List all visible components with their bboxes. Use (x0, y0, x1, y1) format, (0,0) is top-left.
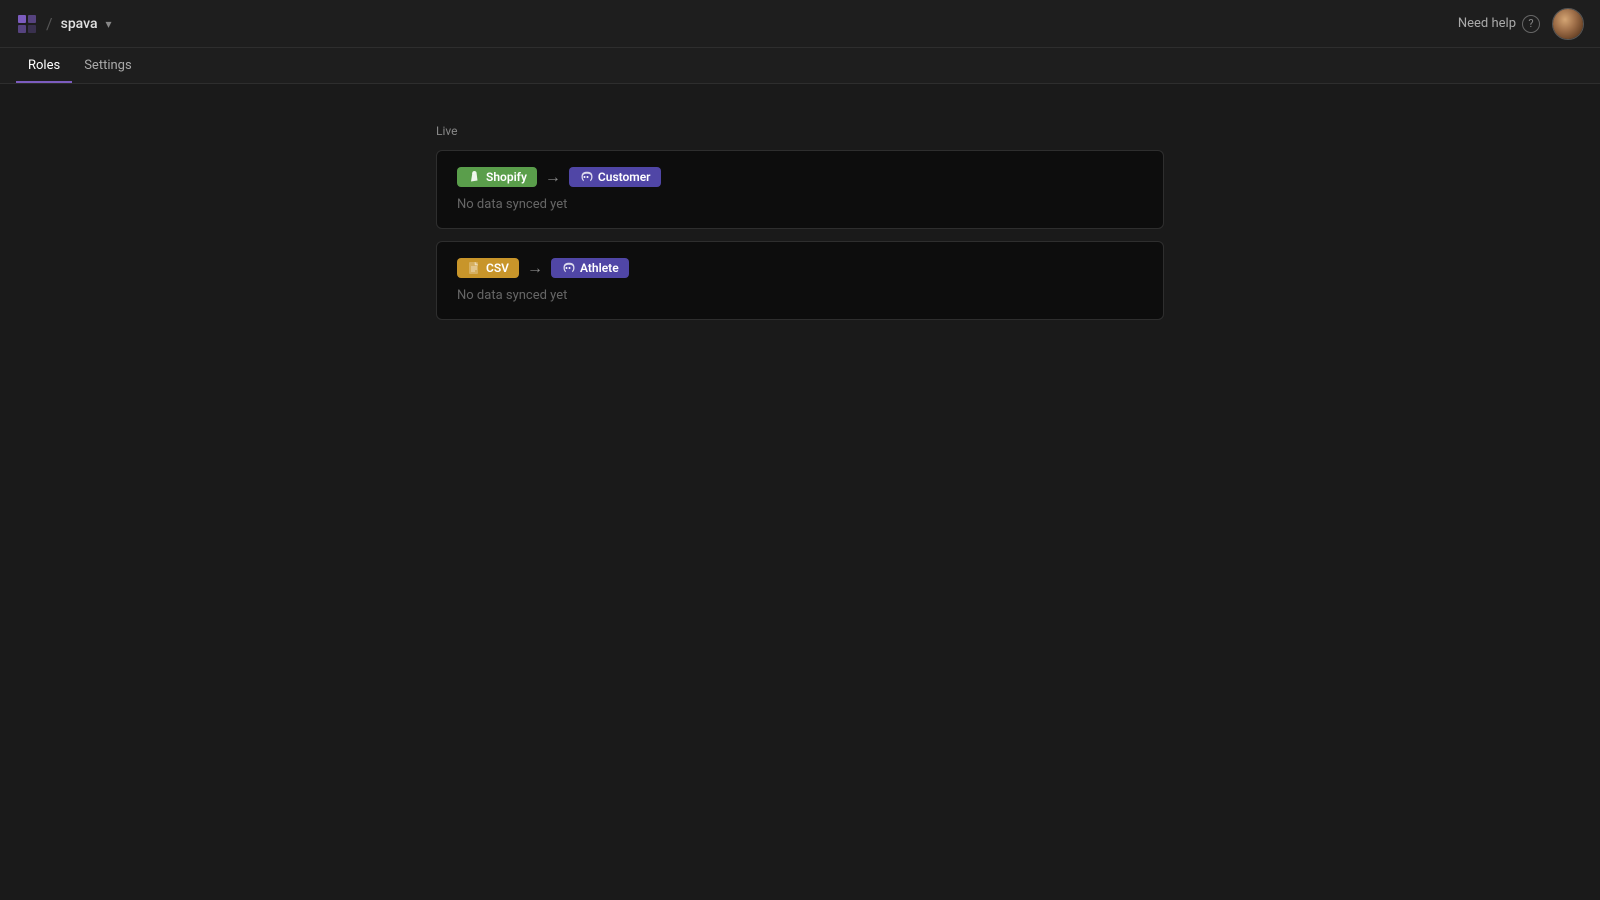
main-content: Live Shopify → (0, 84, 1600, 372)
no-data-text-1: No data synced yet (457, 197, 1143, 212)
discord-icon-customer (579, 170, 593, 184)
user-avatar[interactable] (1552, 8, 1584, 40)
help-circle-icon: ? (1522, 15, 1540, 33)
header-right: Need help ? (1458, 8, 1584, 40)
need-help-button[interactable]: Need help ? (1458, 15, 1540, 33)
shopify-icon (467, 170, 481, 184)
shopify-source-badge: Shopify (457, 167, 537, 187)
csv-label: CSV (486, 261, 509, 275)
athlete-label: Athlete (580, 261, 619, 275)
header-left: / spava ▾ (16, 13, 112, 35)
tab-settings[interactable]: Settings (72, 50, 143, 83)
shopify-label: Shopify (486, 170, 527, 184)
discord-icon-athlete (561, 261, 575, 275)
customer-destination-badge: Customer (569, 167, 661, 187)
sync-card-shopify-customer[interactable]: Shopify → Customer No data synced yet (436, 150, 1164, 229)
csv-source-badge: CSV (457, 258, 519, 278)
arrow-right-icon: → (545, 167, 561, 187)
section-label: Live (436, 124, 1164, 138)
sync-card-csv-athlete[interactable]: CSV → Athlete No data synced yet (436, 241, 1164, 320)
need-help-label: Need help (1458, 16, 1516, 31)
nav-tabs: Roles Settings (0, 48, 1600, 84)
breadcrumb-separator: / (46, 14, 53, 33)
project-dropdown-icon[interactable]: ▾ (106, 17, 112, 31)
app-header: / spava ▾ Need help ? (0, 0, 1600, 48)
avatar-image (1553, 9, 1583, 39)
csv-file-icon (467, 261, 481, 275)
customer-label: Customer (598, 170, 651, 184)
no-data-text-2: No data synced yet (457, 288, 1143, 303)
project-name: spava (61, 16, 98, 32)
athlete-destination-badge: Athlete (551, 258, 629, 278)
tab-roles[interactable]: Roles (16, 50, 72, 83)
sync-card-header: Shopify → Customer (457, 167, 1143, 187)
app-logo[interactable] (16, 13, 38, 35)
logo-icon (16, 13, 38, 35)
sync-card-header-2: CSV → Athlete (457, 258, 1143, 278)
arrow-right-icon-2: → (527, 258, 543, 278)
